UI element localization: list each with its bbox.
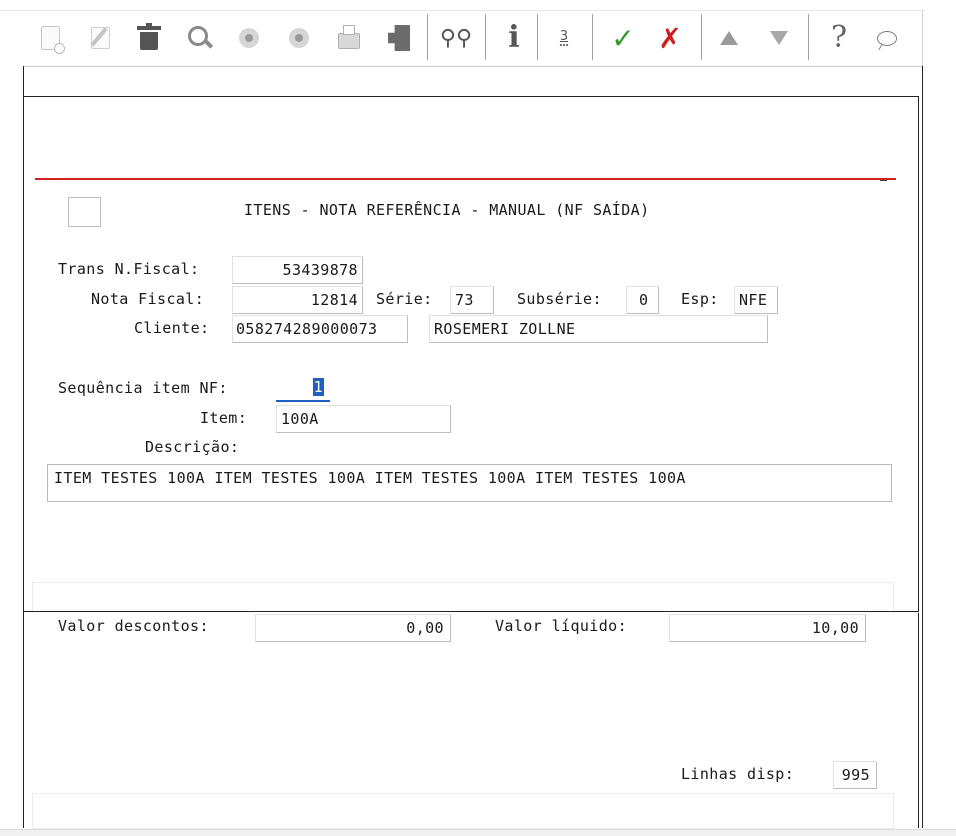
down-arrow-icon: [770, 31, 788, 45]
toolbar-right-border: [922, 10, 923, 66]
toolbar: ⚲⚲ i 3 ✓ ✗ ?: [0, 0, 956, 66]
trash-icon: [137, 22, 161, 50]
linhas-disp-label: Linhas disp:: [681, 765, 795, 783]
lower-panel-border: [918, 613, 919, 828]
linhas-disp-field[interactable]: 995: [833, 761, 877, 789]
trans-nf-label: Trans N.Fiscal:: [58, 260, 200, 278]
header-rule: [35, 178, 896, 180]
toolbar-top-border: [0, 10, 925, 11]
exit-button[interactable]: [384, 20, 414, 56]
valor-liquido-label: Valor líquido:: [495, 617, 628, 635]
checkmark-icon: ✓: [611, 21, 635, 55]
move-down-button[interactable]: [764, 20, 794, 56]
edit-icon: [90, 27, 110, 49]
toolbar-separator: [537, 14, 538, 60]
sequencia-field[interactable]: 1: [276, 374, 330, 402]
previous-button[interactable]: [234, 20, 264, 56]
confirm-button[interactable]: ✓: [608, 20, 638, 56]
sequencia-label: Sequência item NF:: [58, 379, 228, 397]
delete-record-button[interactable]: [134, 20, 164, 56]
red-x-icon: ✗: [658, 21, 682, 55]
nota-fiscal-label: Nota Fiscal:: [91, 290, 205, 308]
bottom-panel-strip: [32, 793, 894, 829]
selection-checkbox[interactable]: [68, 197, 101, 227]
item-label: Item:: [200, 409, 248, 427]
move-up-button[interactable]: [714, 20, 744, 56]
toolbar-separator: [701, 14, 702, 60]
serie-label: Série:: [376, 290, 433, 308]
valor-descontos-field[interactable]: 0,00: [255, 614, 451, 642]
help-button[interactable]: ?: [824, 20, 854, 56]
count-button[interactable]: 3: [549, 20, 579, 56]
comments-button[interactable]: [872, 20, 902, 56]
next-button[interactable]: [284, 20, 314, 56]
cancel-button[interactable]: ✗: [655, 20, 685, 56]
trans-nf-field[interactable]: 53439878: [232, 256, 363, 284]
header-rule-mark: [880, 180, 887, 181]
toolbar-separator: [427, 14, 428, 60]
subserie-label: Subsérie:: [517, 290, 602, 308]
info-button[interactable]: i: [499, 20, 529, 56]
previous-circle-icon: [239, 28, 259, 48]
sequencia-value: 1: [312, 378, 324, 396]
edit-record-button[interactable]: [85, 20, 115, 56]
esp-label: Esp:: [681, 290, 719, 308]
window-right-border: [922, 66, 923, 828]
toolbar-separator: [485, 14, 486, 60]
search-button[interactable]: [186, 20, 216, 56]
printer-icon: [338, 25, 360, 49]
find-button[interactable]: ⚲⚲: [439, 20, 473, 56]
window-top-border: [23, 66, 923, 67]
nota-fiscal-field[interactable]: 12814: [232, 286, 363, 314]
numbered-list-icon: 3: [559, 29, 569, 46]
question-mark-icon: ?: [830, 20, 848, 55]
info-icon: i: [508, 20, 520, 55]
print-button[interactable]: [334, 20, 364, 56]
valor-descontos-label: Valor descontos:: [58, 617, 209, 635]
cliente-label: Cliente:: [134, 319, 210, 337]
esp-field[interactable]: NFE: [734, 286, 778, 314]
new-document-icon: [40, 26, 65, 54]
item-field[interactable]: 100A: [276, 405, 451, 433]
valor-liquido-field[interactable]: 10,00: [669, 614, 866, 642]
toolbar-separator: [592, 14, 593, 60]
speech-bubble-icon: [877, 30, 897, 46]
next-circle-icon: [289, 28, 309, 48]
descricao-field[interactable]: ITEM TESTES 100A ITEM TESTES 100A ITEM T…: [47, 464, 892, 502]
serie-field[interactable]: 73: [450, 286, 494, 314]
cliente-name-field[interactable]: ROSEMERI ZOLLNE: [429, 315, 768, 343]
magnifier-icon: [188, 26, 208, 46]
descricao-label: Descrição:: [145, 438, 240, 456]
new-record-button[interactable]: [35, 20, 65, 56]
subserie-field[interactable]: 0: [626, 286, 659, 314]
toolbar-separator: [808, 14, 809, 60]
up-arrow-icon: [720, 31, 738, 45]
binoculars-icon: ⚲⚲: [439, 25, 473, 51]
form-title: ITENS - NOTA REFERÊNCIA - MANUAL (NF SAÍ…: [244, 201, 650, 219]
cliente-code-field[interactable]: 058274289000073: [232, 315, 408, 343]
form-panel: [24, 96, 919, 612]
exit-door-icon: [388, 25, 410, 51]
subpanel-strip: [32, 582, 894, 611]
